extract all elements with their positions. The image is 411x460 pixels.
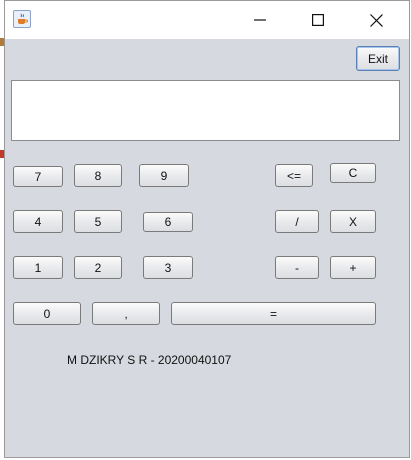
maximize-icon bbox=[312, 14, 324, 26]
student-name-label: M DZIKRY S R - 20200040107 bbox=[67, 353, 232, 367]
comma-button[interactable]: , bbox=[92, 302, 160, 325]
key-3-button[interactable]: 3 bbox=[143, 256, 193, 279]
key-5-button[interactable]: 5 bbox=[74, 210, 122, 233]
multiply-button[interactable]: X bbox=[330, 210, 376, 233]
minimize-button[interactable] bbox=[237, 1, 283, 39]
key-6-button[interactable]: 6 bbox=[143, 212, 193, 232]
key-4-button[interactable]: 4 bbox=[13, 210, 63, 233]
display-field[interactable] bbox=[11, 80, 400, 141]
key-1-button[interactable]: 1 bbox=[13, 256, 63, 279]
java-cup-icon bbox=[13, 10, 31, 28]
plus-button[interactable]: + bbox=[330, 256, 376, 279]
minimize-icon bbox=[254, 19, 266, 21]
minus-button[interactable]: - bbox=[275, 256, 319, 279]
maximize-button[interactable] bbox=[295, 1, 341, 39]
backspace-button[interactable]: <= bbox=[275, 164, 313, 187]
close-button[interactable] bbox=[353, 1, 399, 39]
key-2-button[interactable]: 2 bbox=[74, 256, 122, 279]
equals-button[interactable]: = bbox=[171, 302, 376, 325]
divide-button[interactable]: / bbox=[275, 210, 319, 233]
clear-button[interactable]: C bbox=[330, 163, 376, 183]
calculator-window: Exit 7 8 9 <= C 4 5 6 / X 1 2 3 - + 0 , … bbox=[4, 0, 410, 458]
exit-button[interactable]: Exit bbox=[356, 46, 400, 71]
close-icon bbox=[369, 13, 383, 27]
key-9-button[interactable]: 9 bbox=[139, 164, 189, 187]
key-8-button[interactable]: 8 bbox=[74, 164, 122, 187]
key-7-button[interactable]: 7 bbox=[13, 166, 63, 187]
title-bar bbox=[5, 1, 409, 39]
key-0-button[interactable]: 0 bbox=[13, 302, 81, 325]
